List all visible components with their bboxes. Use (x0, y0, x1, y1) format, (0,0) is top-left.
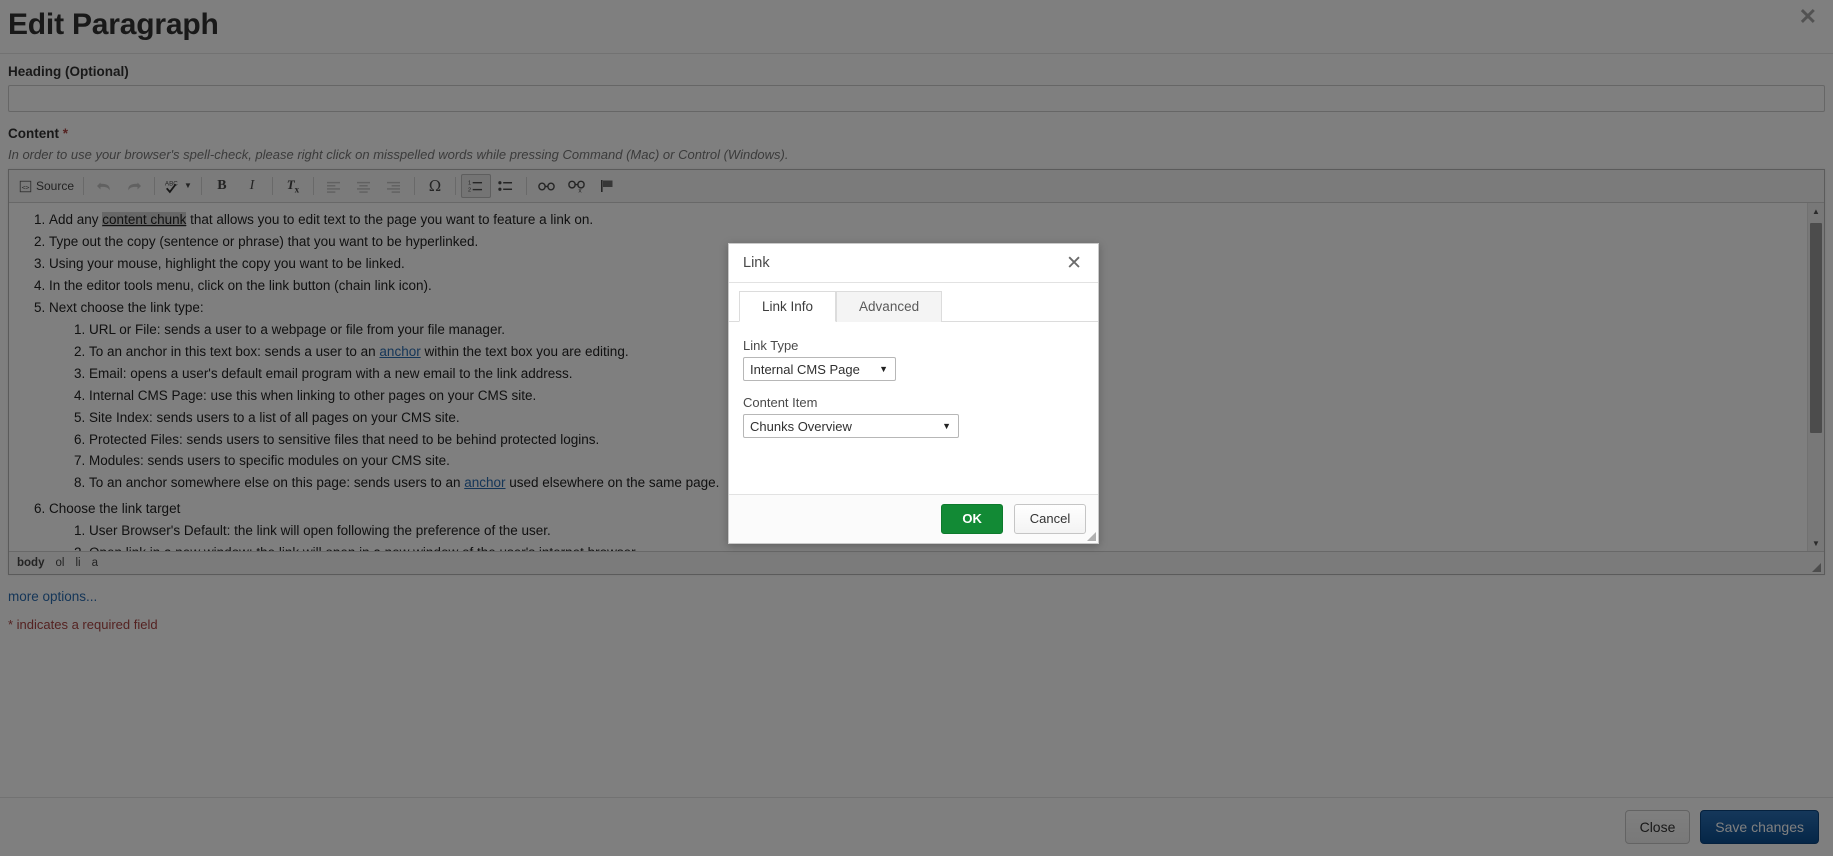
link-type-select-wrap: Internal CMS Page ▼ (743, 357, 896, 381)
tab-link-info[interactable]: Link Info (739, 291, 836, 322)
link-dialog-footer: OK Cancel (729, 494, 1098, 543)
link-type-select[interactable]: Internal CMS Page (743, 357, 896, 381)
link-dialog-title-bar: Link ✕ (729, 244, 1098, 283)
content-item-label: Content Item (743, 395, 1084, 410)
tab-advanced[interactable]: Advanced (836, 291, 942, 322)
cancel-button[interactable]: Cancel (1014, 504, 1086, 534)
ok-button[interactable]: OK (941, 504, 1003, 534)
link-dialog-tabs: Link Info Advanced (729, 283, 1098, 322)
dialog-resize-handle[interactable] (1087, 532, 1096, 541)
link-type-label: Link Type (743, 338, 1084, 353)
link-dialog: Link ✕ Link Info Advanced Link Type Inte… (728, 243, 1099, 544)
content-item-select[interactable]: Chunks Overview (743, 414, 959, 438)
link-dialog-title: Link (743, 255, 1064, 271)
content-item-select-wrap: Chunks Overview ▼ (743, 414, 959, 438)
close-icon[interactable]: ✕ (1064, 254, 1084, 273)
link-dialog-body: Link Type Internal CMS Page ▼ Content It… (729, 322, 1098, 494)
